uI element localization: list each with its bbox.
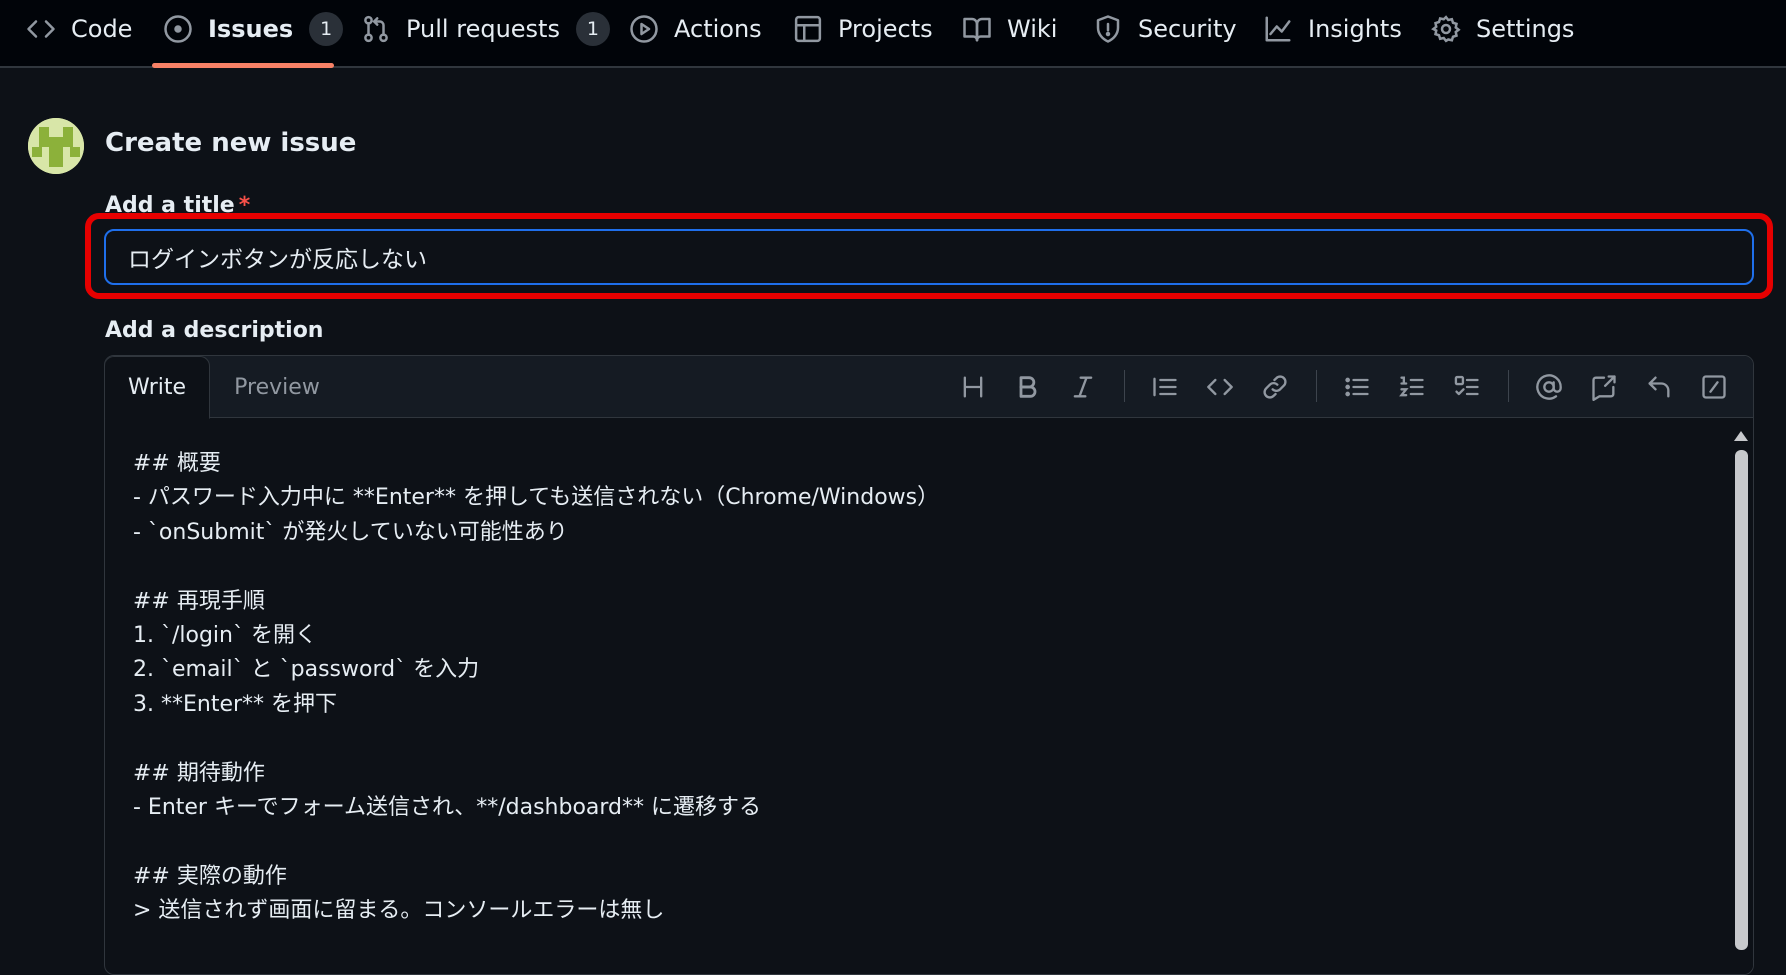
tab-pull-requests[interactable]: Pull requests 1 bbox=[361, 0, 610, 58]
tab-label: Code bbox=[71, 15, 133, 43]
scroll-up-arrow-icon[interactable] bbox=[1733, 429, 1749, 443]
scrollbar-thumb[interactable] bbox=[1735, 450, 1748, 950]
active-tab-underline bbox=[152, 63, 334, 68]
graph-icon bbox=[1263, 14, 1293, 44]
link-icon[interactable] bbox=[1260, 372, 1290, 402]
tab-actions[interactable]: Actions bbox=[629, 0, 762, 58]
tab-label: Security bbox=[1138, 15, 1237, 43]
tab-code[interactable]: Code bbox=[26, 0, 132, 58]
toolbar-divider bbox=[1316, 370, 1317, 402]
italic-icon[interactable] bbox=[1068, 372, 1098, 402]
tab-insights[interactable]: Insights bbox=[1263, 0, 1402, 58]
shield-icon bbox=[1093, 14, 1123, 44]
toolbar-divider bbox=[1508, 370, 1509, 402]
ordered-list-icon[interactable] bbox=[1397, 372, 1427, 402]
page-title: Create new issue bbox=[105, 128, 357, 158]
tab-wiki[interactable]: Wiki bbox=[962, 0, 1057, 58]
unordered-list-icon[interactable] bbox=[1342, 372, 1372, 402]
book-icon bbox=[962, 14, 992, 44]
repo-navigation: Code Issues 1 Pull requests 1 Actions Pr… bbox=[0, 0, 1786, 68]
title-field-label: Add a title * bbox=[105, 193, 250, 218]
gear-icon bbox=[1431, 14, 1461, 44]
tab-preview[interactable]: Preview bbox=[217, 356, 337, 418]
table-icon bbox=[793, 14, 823, 44]
description-editor: Write Preview ## 概要 - パスワード入力中に **Enter*… bbox=[104, 355, 1754, 975]
issue-title-input[interactable] bbox=[104, 229, 1754, 285]
play-icon bbox=[629, 14, 659, 44]
tab-label: Pull requests bbox=[406, 15, 560, 43]
heading-icon[interactable] bbox=[958, 372, 988, 402]
tab-security[interactable]: Security bbox=[1093, 0, 1237, 58]
task-list-icon[interactable] bbox=[1452, 372, 1482, 402]
required-asterisk: * bbox=[238, 193, 251, 218]
code-icon[interactable] bbox=[1205, 372, 1235, 402]
issue-opened-icon bbox=[163, 14, 193, 44]
tab-write[interactable]: Write bbox=[105, 356, 210, 419]
tab-label: Settings bbox=[1476, 15, 1575, 43]
description-field-label: Add a description bbox=[105, 318, 324, 343]
title-label-text: Add a title bbox=[105, 193, 235, 218]
tab-settings[interactable]: Settings bbox=[1431, 0, 1574, 58]
tab-issues[interactable]: Issues 1 bbox=[163, 0, 344, 58]
toolbar-divider bbox=[1124, 370, 1125, 402]
code-icon bbox=[26, 14, 56, 44]
tab-label: Insights bbox=[1308, 15, 1402, 43]
description-textarea[interactable]: ## 概要 - パスワード入力中に **Enter** を押しても送信されない（… bbox=[105, 419, 1725, 974]
quote-icon[interactable] bbox=[1150, 372, 1180, 402]
tab-label: Wiki bbox=[1007, 15, 1058, 43]
tab-projects[interactable]: Projects bbox=[793, 0, 933, 58]
tab-label: Actions bbox=[674, 15, 762, 43]
tab-label: Issues bbox=[208, 15, 294, 43]
reply-icon[interactable] bbox=[1644, 372, 1674, 402]
editor-toolbar: Write Preview bbox=[105, 356, 1753, 419]
issues-count-badge: 1 bbox=[309, 12, 344, 46]
git-pull-request-icon bbox=[361, 14, 391, 44]
mention-icon[interactable] bbox=[1534, 372, 1564, 402]
slash-commands-icon[interactable] bbox=[1699, 372, 1729, 402]
avatar[interactable] bbox=[28, 118, 84, 174]
cross-reference-icon[interactable] bbox=[1589, 372, 1619, 402]
tab-label: Projects bbox=[838, 15, 933, 43]
bold-icon[interactable] bbox=[1013, 372, 1043, 402]
pull-requests-count-badge: 1 bbox=[575, 12, 610, 46]
